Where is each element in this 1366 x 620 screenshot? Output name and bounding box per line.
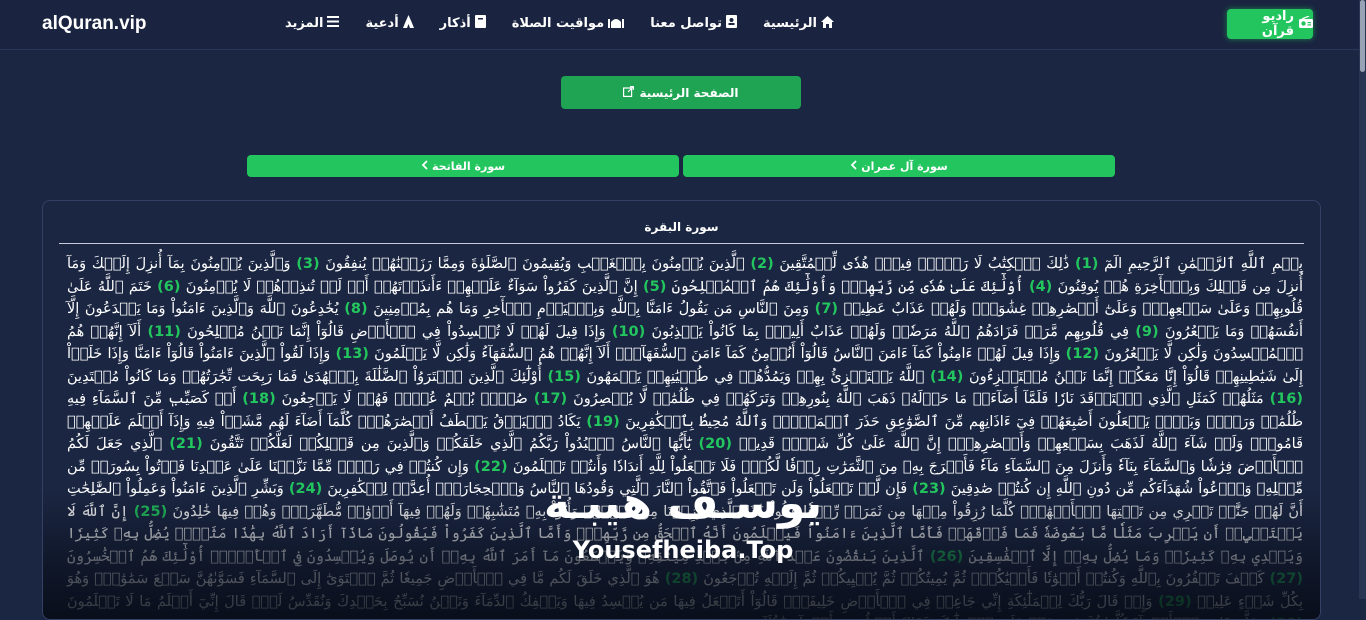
- nav-link-label: الرئيسية: [762, 16, 817, 31]
- verse-number: (20): [698, 436, 732, 452]
- verse-text: يَٰٓأَيُّهَا ٱلنَّاسُ ٱعۡبُدُواْ رَبَّكُ…: [202, 436, 692, 452]
- verse-number: (1): [1075, 256, 1099, 272]
- verse-number: (19): [586, 413, 620, 430]
- verse-number: (2): [750, 256, 774, 272]
- surah-title: سورة البقرة: [644, 220, 719, 234]
- title-divider: [59, 243, 1304, 244]
- verse-number: (3): [296, 256, 320, 272]
- nav-link-label: تواصل معنا: [650, 16, 722, 31]
- verse-number: (9): [1135, 323, 1159, 340]
- external-link-icon: [623, 85, 635, 100]
- home-page-button[interactable]: الصفحة الرئيسية: [561, 76, 801, 109]
- nav-link-azkar[interactable]: أذكار: [440, 15, 486, 32]
- verse-number: (17): [533, 391, 568, 407]
- brand-logo[interactable]: alQuran.vip: [42, 13, 147, 35]
- chevron-left-icon: [421, 159, 428, 173]
- navbar: alQuran.vip الرئيسية تواصل معنا مواقيت ا…: [0, 0, 1359, 50]
- verse-text: بِسۡمِ ٱللَّهِ ٱلرَّحۡمَٰنِ ٱلرَّحِيمِ ا…: [1098, 256, 1304, 272]
- nav-link-label: مواقيت الصلاة: [511, 16, 605, 31]
- contact-book-icon: [725, 15, 737, 32]
- verse-number: (15): [547, 368, 581, 385]
- verse-text: ٱللَّهُ يَسۡتَهۡزِئُ بِهِمۡ وَيَمُدُّهُم…: [580, 368, 925, 385]
- verse-number: (5): [642, 278, 667, 295]
- scrollbar-thumb[interactable]: [1360, 0, 1365, 72]
- verse-number: (4): [1028, 278, 1053, 295]
- nav-link-home[interactable]: الرئيسية: [763, 15, 834, 32]
- verse-text: ذَٰلِكَ ٱلۡكِتَٰبُ لَا رَيۡبَۛ فِيهِۛ هُ…: [773, 256, 1070, 272]
- verse-text: أُوْلَٰٓئِكَ ٱلَّذِينَ ٱشۡتَرَوُاْ ٱلضَّ…: [67, 368, 542, 385]
- nav-link-label: أدعية: [365, 16, 399, 31]
- watermark-english: Yousefheiba.Top: [572, 536, 794, 564]
- verse-text: أُوْلَٰٓئِكَ عَلَىٰ هُدٗى مِّن رَّبِّهِم…: [666, 278, 1024, 295]
- verse-number: (21): [169, 436, 203, 452]
- next-surah-button[interactable]: سورة آل عمران: [683, 155, 1115, 177]
- nav-link-duas[interactable]: أدعية: [365, 15, 414, 32]
- nav-link-label: المزيد: [284, 16, 324, 31]
- pray-hands-icon: [402, 15, 414, 32]
- verse-number: (13): [335, 346, 369, 362]
- nav-link-prayer-times[interactable]: مواقيت الصلاة: [511, 15, 625, 32]
- nav-link-contact[interactable]: تواصل معنا: [650, 15, 737, 32]
- verse-text: وَمِنَ ٱلنَّاسِ مَن يَقُولُ ءَامَنَّا بِ…: [367, 301, 810, 317]
- quran-radio-label: راديو قرآن: [1261, 9, 1294, 39]
- mosque-icon: [608, 16, 625, 32]
- verse-number: (12): [1065, 346, 1100, 362]
- nav-link-label: أذكار: [439, 16, 471, 31]
- verse-number: (6): [157, 278, 181, 295]
- verse-text: وَإِذَا قِيلَ لَهُمۡ لَا تُفۡسِدُواْ فِي…: [180, 323, 606, 340]
- prev-surah-button[interactable]: سورة الفاتحة: [247, 155, 679, 177]
- next-surah-label: سورة آل عمران: [861, 159, 948, 173]
- verse-text: صُمُّۢ بُكۡمٌ عُمۡيٞ فَهُمۡ لَا يَرۡجِعُ…: [275, 391, 528, 407]
- verse-number: (22): [474, 458, 508, 475]
- watermark-arabic: يوسـف هيبـة: [543, 478, 823, 529]
- home-page-label: الصفحة الرئيسية: [639, 85, 739, 100]
- menu-bars-icon: [327, 16, 340, 31]
- verse-number: (16): [1269, 391, 1304, 407]
- verse-number: (18): [242, 391, 276, 407]
- verse-number: (11): [147, 323, 181, 340]
- radio-icon: [1299, 15, 1313, 32]
- home-icon: [821, 15, 834, 32]
- verse-text: فِي قُلُوبِهِم مَّرَضٞ فَزَادَهُمُ ٱللَّ…: [645, 323, 1130, 340]
- nav-links: الرئيسية تواصل معنا مواقيت الصلاة أذكار …: [285, 15, 834, 32]
- verse-text: إِنَّ ٱلَّذِينَ كَفَرُواْ سَوَآءٌ عَلَيۡ…: [180, 278, 638, 295]
- verse-text: مَثَلُهُمۡ كَمَثَلِ ٱلَّذِي ٱسۡتَوۡقَدَ …: [567, 391, 1264, 407]
- nav-link-more[interactable]: المزيد: [285, 15, 340, 32]
- book-icon: [474, 15, 486, 32]
- chevron-left-icon: [850, 159, 857, 173]
- verse-number: (14): [929, 368, 964, 385]
- verse-number: (10): [611, 323, 646, 340]
- quran-radio-button[interactable]: راديو قرآن: [1227, 9, 1313, 39]
- verse-text: وَإِذَا قِيلَ لَهُمۡ ءَامِنُواْ كَمَآ ءَ…: [368, 346, 1061, 362]
- verse-number: (7): [814, 301, 839, 317]
- verse-text: ٱلَّذِينَ يُؤۡمِنُونَ بِٱلۡغَيۡبِ وَيُقِ…: [319, 256, 745, 272]
- verse-number: (8): [344, 301, 368, 317]
- prev-surah-label: سورة الفاتحة: [431, 159, 506, 173]
